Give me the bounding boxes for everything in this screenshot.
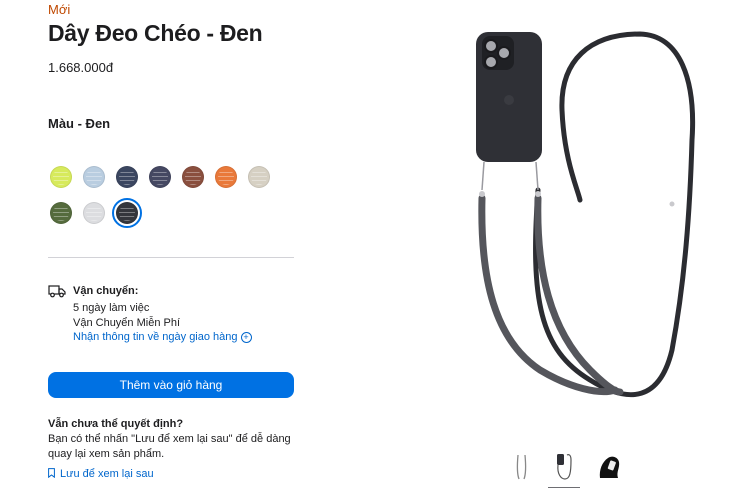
thumbnail-selected-indicator: [548, 487, 580, 488]
swatch-texture: [119, 205, 135, 221]
color-label: Màu - Đen: [48, 116, 111, 131]
shipping-time: 5 ngày làm việc: [73, 302, 150, 314]
swatch-texture: [86, 169, 102, 185]
new-badge: Mới: [48, 2, 71, 17]
swatch-texture: [119, 169, 135, 185]
product-image: [476, 31, 696, 398]
truck-icon: [48, 285, 66, 298]
swatch-texture: [86, 205, 102, 221]
save-for-later-link[interactable]: Lưu để xem lại sau: [48, 468, 154, 480]
thumbnail-lifestyle[interactable]: [596, 452, 622, 482]
bookmark-icon: [48, 468, 55, 478]
swatch-texture: [218, 169, 234, 185]
undecided-title: Vẫn chưa thể quyết định?: [48, 418, 184, 430]
swatch-navy[interactable]: [116, 166, 138, 188]
swatch-light-blue[interactable]: [83, 166, 105, 188]
undecided-body: Bạn có thể nhấn "Lưu để xem lại sau" để …: [48, 433, 291, 460]
swatch-texture: [53, 169, 69, 185]
swatch-yellow-green[interactable]: [50, 166, 72, 188]
swatch-dark-indigo[interactable]: [149, 166, 171, 188]
delivery-info-link[interactable]: Nhận thông tin về ngày giao hàng +: [73, 331, 252, 343]
product-title: Dây Đeo Chéo - Đen: [48, 20, 263, 46]
swatch-light-gray[interactable]: [83, 202, 105, 224]
divider: [48, 257, 294, 258]
plus-circle-icon: +: [240, 331, 252, 343]
shipping-title: Vận chuyển:: [73, 285, 139, 297]
save-for-later-label[interactable]: Lưu để xem lại sau: [60, 468, 154, 480]
swatch-texture: [251, 169, 267, 185]
swatch-brown[interactable]: [182, 166, 204, 188]
product-price: 1.668.000đ: [48, 60, 114, 75]
delivery-info-link-label[interactable]: Nhận thông tin về ngày giao hàng: [73, 331, 238, 343]
swatch-olive[interactable]: [50, 202, 72, 224]
thumbnail-phone-strap[interactable]: [551, 452, 577, 482]
swatch-black[interactable]: [112, 198, 142, 228]
swatch-texture: [152, 169, 168, 185]
thumbnail-strap[interactable]: [509, 452, 535, 482]
shipping-cost: Vận Chuyển Miễn Phí: [73, 317, 181, 329]
swatch-orange[interactable]: [215, 166, 237, 188]
swatch-texture: [185, 169, 201, 185]
add-to-bag-button[interactable]: Thêm vào giỏ hàng: [48, 372, 294, 398]
swatch-beige[interactable]: [248, 166, 270, 188]
swatch-texture: [53, 205, 69, 221]
